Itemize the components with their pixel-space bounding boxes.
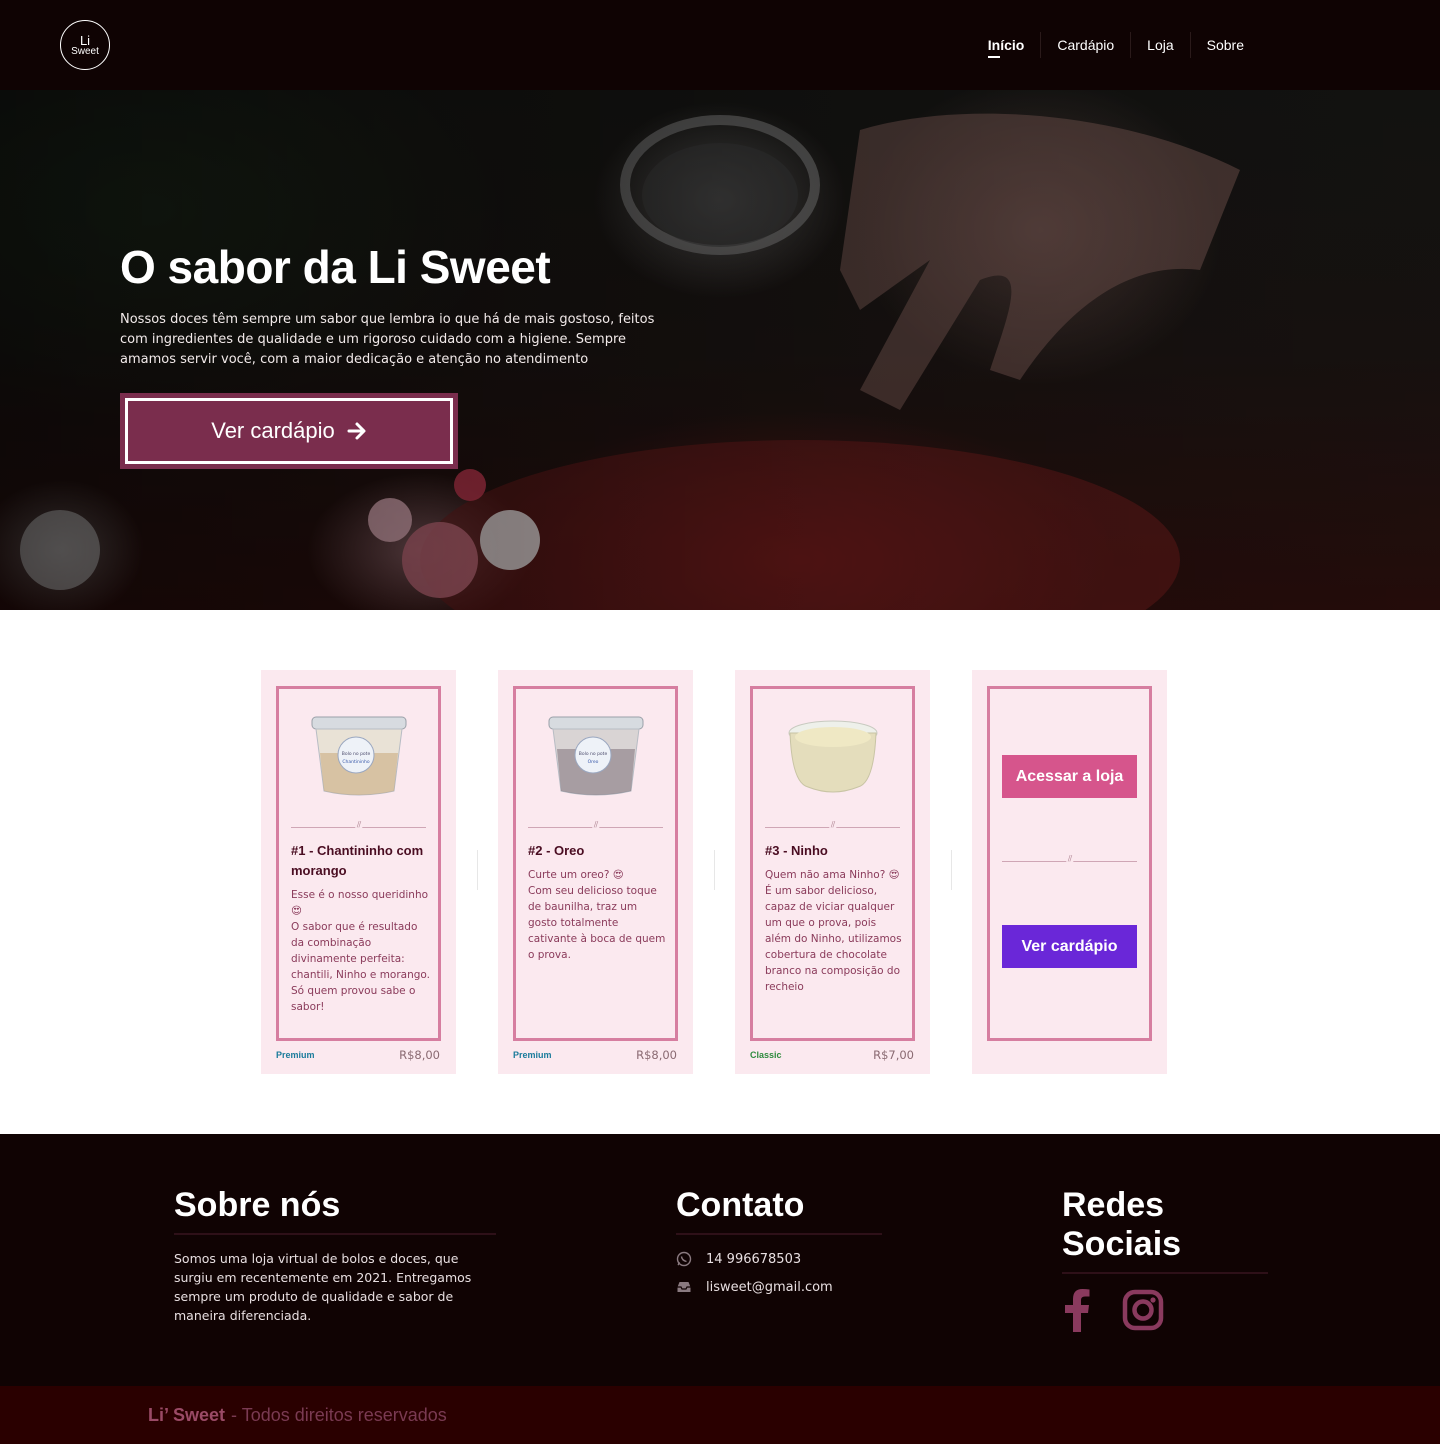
product-price: R$8,00 <box>636 1048 677 1062</box>
footer-contact-title: Contato <box>676 1186 882 1235</box>
nav-item-loja[interactable]: Loja <box>1130 32 1189 58</box>
footer-brand: Li’ Sweet <box>148 1404 226 1425</box>
hero-button-label: Ver cardápio <box>211 418 335 443</box>
svg-text:Bolo no pote: Bolo no pote <box>341 751 370 757</box>
footer-about-title: Sobre nós <box>174 1186 496 1235</box>
instagram-icon[interactable] <box>1122 1289 1164 1331</box>
product-description: Curte um oreo? 😍 Com seu delicioso toque… <box>528 869 666 961</box>
footer-social: Redes Sociais <box>1062 1186 1268 1332</box>
product-title: #1 - Chantininho com morango <box>291 843 424 878</box>
contact-phone[interactable]: 14 996678503 <box>676 1251 882 1267</box>
facebook-icon[interactable] <box>1062 1288 1092 1332</box>
svg-text:Oreo: Oreo <box>587 759 598 765</box>
product-tag: Premium <box>276 1050 315 1060</box>
product-tag: Classic <box>750 1050 782 1060</box>
product-image: Bolo no pote Oreo <box>516 713 675 803</box>
product-title: #2 - Oreo <box>528 843 585 858</box>
footer-contact: Contato 14 996678503 lisweet@gmail.com <box>676 1186 882 1295</box>
product-title: #3 - Ninho <box>765 843 828 858</box>
shop-button[interactable]: Acessar a loja <box>1002 755 1137 798</box>
product-description: Quem não ama Ninho? 😍 É um sabor delicio… <box>765 869 902 993</box>
footer-rights: - Todos direitos reservados <box>231 1404 447 1425</box>
hero-title: O sabor da Li Sweet <box>120 241 551 293</box>
product-description: Esse é o nosso queridinho 😍 O sabor que … <box>291 889 431 1013</box>
nav-item-sobre[interactable]: Sobre <box>1189 32 1260 58</box>
logo[interactable]: Li Sweet <box>60 20 110 70</box>
product-image: Bolo no pote Chantininho <box>279 713 438 803</box>
product-card[interactable]: Bolo no pote Chantininho #1 - Chantininh… <box>261 670 456 1074</box>
main-nav: Início Cardápio Loja Sobre <box>972 0 1260 90</box>
svg-text:Bolo no pote: Bolo no pote <box>578 751 607 757</box>
product-price: R$7,00 <box>873 1048 914 1062</box>
whatsapp-icon <box>676 1251 692 1267</box>
site-header: Li Sweet Início Cardápio Loja Sobre <box>0 0 1440 90</box>
svg-text:Chantininho: Chantininho <box>342 759 369 765</box>
inbox-icon <box>677 1282 691 1292</box>
cta-card: Acessar a loja Ver cardápio <box>972 670 1167 1074</box>
footer-about: Sobre nós Somos uma loja virtual de bolo… <box>174 1186 496 1325</box>
hero-text: Nossos doces têm sempre um sabor que lem… <box>120 312 655 367</box>
site-footer: Sobre nós Somos uma loja virtual de bolo… <box>0 1134 1440 1386</box>
nav-item-cardapio[interactable]: Cardápio <box>1040 32 1130 58</box>
hero-banner: O sabor da Li Sweet Nossos doces têm sem… <box>0 90 1440 610</box>
product-image <box>753 713 912 803</box>
footer-about-text: Somos uma loja virtual de bolos e doces,… <box>174 1251 472 1323</box>
arrow-right-icon <box>347 422 366 440</box>
menu-button[interactable]: Ver cardápio <box>1002 925 1137 968</box>
footer-social-title: Redes Sociais <box>1062 1186 1268 1274</box>
product-card[interactable]: Bolo no pote Oreo #2 - Oreo Curte um ore… <box>498 670 693 1074</box>
hero-menu-button[interactable]: Ver cardápio <box>120 393 458 469</box>
contact-email[interactable]: lisweet@gmail.com <box>676 1279 882 1295</box>
product-tag: Premium <box>513 1050 552 1060</box>
product-price: R$8,00 <box>399 1048 440 1062</box>
product-card[interactable]: #3 - Ninho Quem não ama Ninho? 😍 É um sa… <box>735 670 930 1074</box>
footer-bottom-bar: Li’ Sweet - Todos direitos reservados <box>0 1386 1440 1444</box>
nav-item-inicio[interactable]: Início <box>972 32 1041 58</box>
